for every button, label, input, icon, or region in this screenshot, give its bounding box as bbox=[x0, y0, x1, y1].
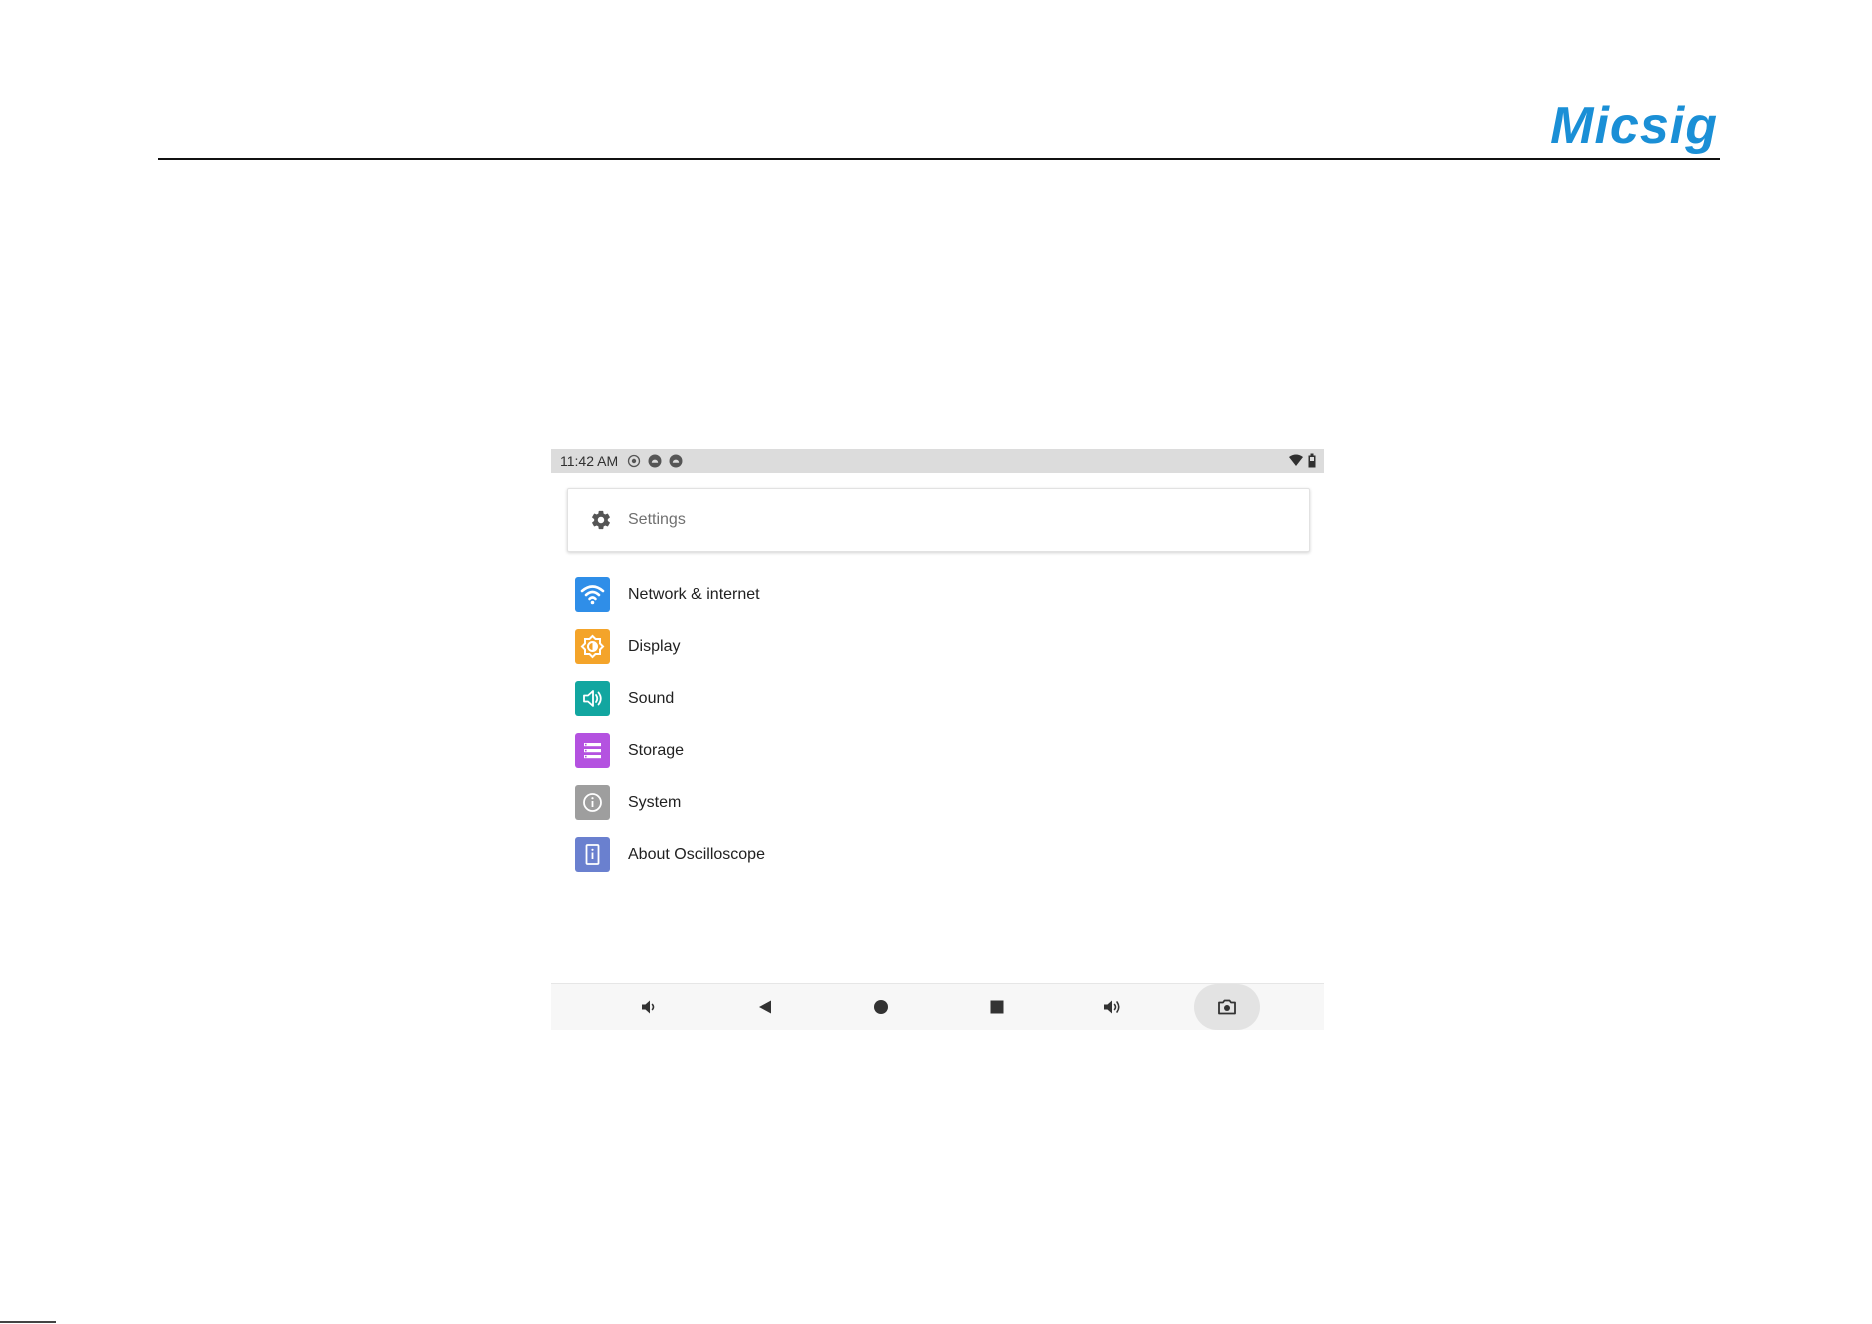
search-label: Settings bbox=[628, 511, 686, 528]
settings-item-label: Sound bbox=[628, 690, 675, 707]
settings-item-label: Network & internet bbox=[628, 586, 760, 603]
screenshot-button[interactable] bbox=[1194, 984, 1260, 1030]
settings-item-about[interactable]: About Oscilloscope bbox=[551, 829, 1324, 881]
screenshot-icon bbox=[1218, 999, 1236, 1015]
status-time: 11:42 AM bbox=[560, 453, 619, 469]
volume-down-icon bbox=[642, 1000, 655, 1014]
settings-item-label: Storage bbox=[628, 742, 685, 759]
settings-item-network[interactable]: Network & internet bbox=[551, 569, 1324, 621]
android-icon bbox=[648, 454, 662, 468]
page: Micsig 11:42 AM Settings Network & inter… bbox=[0, 0, 1872, 1324]
wifi-icon bbox=[575, 577, 610, 612]
brand-logo: Micsig bbox=[1550, 97, 1718, 155]
home-icon bbox=[874, 1000, 888, 1014]
settings-item-sound[interactable]: Sound bbox=[551, 673, 1324, 725]
settings-item-system[interactable]: System bbox=[551, 777, 1324, 829]
settings-search-bar[interactable]: Settings bbox=[567, 488, 1310, 552]
status-bar: 11:42 AM bbox=[551, 449, 1324, 473]
device-screen: 11:42 AM Settings Network & internet Dis… bbox=[551, 449, 1324, 1030]
back-button[interactable] bbox=[732, 984, 798, 1030]
volume-down-button[interactable] bbox=[616, 984, 682, 1030]
device-info-icon bbox=[575, 837, 610, 872]
wifi-icon bbox=[1288, 453, 1304, 469]
battery-icon bbox=[1307, 453, 1317, 469]
settings-item-label: About Oscilloscope bbox=[628, 846, 765, 863]
gear-icon bbox=[590, 509, 612, 531]
settings-item-label: System bbox=[628, 794, 682, 811]
volume-up-button[interactable] bbox=[1080, 984, 1146, 1030]
back-icon bbox=[759, 1000, 771, 1014]
volume-up-icon bbox=[1104, 1000, 1120, 1014]
recents-icon bbox=[990, 1000, 1004, 1014]
brightness-icon bbox=[575, 629, 610, 664]
android-icon bbox=[669, 454, 683, 468]
info-icon bbox=[575, 785, 610, 820]
settings-item-label: Display bbox=[628, 638, 681, 655]
settings-item-display[interactable]: Display bbox=[551, 621, 1324, 673]
header-divider bbox=[158, 158, 1720, 160]
storage-icon bbox=[575, 733, 610, 768]
settings-item-storage[interactable]: Storage bbox=[551, 725, 1324, 777]
home-button[interactable] bbox=[848, 984, 914, 1030]
recents-button[interactable] bbox=[964, 984, 1030, 1030]
volume-icon bbox=[575, 681, 610, 716]
navigation-bar bbox=[551, 983, 1324, 1030]
location-icon bbox=[627, 454, 641, 468]
page-edge-rule bbox=[0, 1321, 56, 1323]
